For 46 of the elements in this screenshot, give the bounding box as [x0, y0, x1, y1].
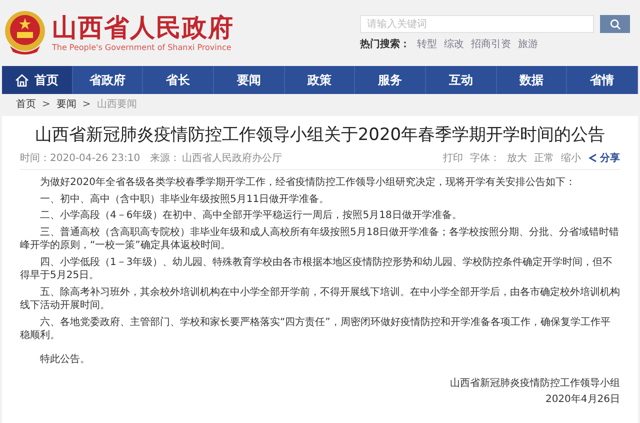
article-paragraph: 三、普通高校（含高职高专院校）非毕业年级和成人高校所有年级按照5月18日做开学准备；各学校按照分期、分批、分省域错时错峰开学的原则，“一校一策”确定具体返校时间。	[20, 226, 620, 252]
hot-search-link[interactable]: 转型	[417, 37, 437, 51]
closing-text: 特此公告。	[39, 352, 91, 366]
nav-tab[interactable]: 要闻	[214, 66, 285, 94]
font-size-link[interactable]: 正常	[534, 151, 554, 165]
publish-time: 时间：2020-04-26 23:10	[20, 152, 140, 165]
nav-tab[interactable]: 省政府	[72, 66, 144, 94]
nav-tab[interactable]: 省情	[567, 66, 638, 94]
article-title: 山西省新冠肺炎疫情防控工作领导小组关于2020年春季学期开学时间的公告	[34, 124, 606, 146]
breadcrumb-separator: >	[42, 98, 50, 110]
breadcrumb-link[interactable]: 要闻	[56, 97, 76, 111]
site-title: 山西省人民政府	[52, 13, 234, 43]
search-button[interactable]	[600, 15, 630, 33]
font-size-label: 字体：	[470, 152, 500, 165]
print-link[interactable]: 打印	[443, 151, 463, 165]
nav-tab[interactable]: 服务	[355, 66, 426, 94]
article-paragraph: 一、初中、高中（含中职）非毕业年级按照5月11日做开学准备。	[39, 192, 330, 206]
breadcrumb-link[interactable]: 首页	[16, 97, 36, 111]
hot-search-label: 热门搜索：	[360, 37, 410, 51]
search-icon	[610, 18, 620, 30]
nav-tab[interactable]: 省长	[143, 66, 214, 94]
nav-tab[interactable]: 首页	[2, 66, 73, 94]
hot-search-link[interactable]: 招商引资	[471, 37, 511, 51]
emblem-icon	[4, 10, 46, 56]
site-subtitle: The People's Government of Shanxi Province	[52, 43, 232, 53]
home-icon	[15, 74, 30, 86]
hot-search-link[interactable]: 旅游	[518, 37, 538, 51]
source-label: 来源：	[150, 152, 180, 165]
signature: 山西省新冠肺炎疫情防控工作领导小组	[449, 376, 620, 391]
share-icon	[588, 153, 598, 163]
hot-search-link[interactable]: 综改	[444, 37, 464, 51]
article-paragraph: 二、小学高段（4－6年级）在初中、高中全部开学平稳运行一周后，按照5月18日做开学准备。	[39, 209, 463, 222]
nav-tab[interactable]: 政策	[284, 66, 356, 94]
font-size-link[interactable]: 放大	[507, 151, 527, 165]
article-paragraph: 为做好2020年全省各级各类学校春季学期开学工作，经省疫情防控工作领导小组研究决定，现将开学有关安排公告如下：	[39, 176, 576, 190]
share-link[interactable]: 分享	[588, 151, 620, 165]
search-field[interactable]: 请输入关键词	[360, 15, 594, 33]
nav-tab[interactable]: 数据	[496, 66, 568, 94]
article-paragraph: 五、除高考补习班外，其余校外培训机构在中小学全部开学前，不得开展线下培训。在中小学全部开学后，由各市确定校外培训机构线下活动开展时间。	[20, 286, 620, 312]
source-name: 山西省人民政府办公厅	[182, 152, 282, 165]
font-size-link[interactable]: 缩小	[561, 151, 581, 165]
article-paragraph: 四、小学低段（1－3年级）、幼儿园、特殊教育学校由各市根据本地区疫情防控形势和幼儿园、学校防控条件确定开学时间，但不得早于5月25日。	[20, 256, 614, 282]
breadcrumb-separator: >	[82, 98, 91, 110]
nav-tab[interactable]: 互动	[426, 66, 497, 94]
article-paragraph: 六、各地党委政府、主管部门、学校和家长要严格落实“四方责任”，周密闭环做好疫情防控和开学准备各项工作，确保复学工作平稳顺利。	[20, 316, 612, 342]
signature-date: 2020年4月26日	[544, 393, 620, 407]
